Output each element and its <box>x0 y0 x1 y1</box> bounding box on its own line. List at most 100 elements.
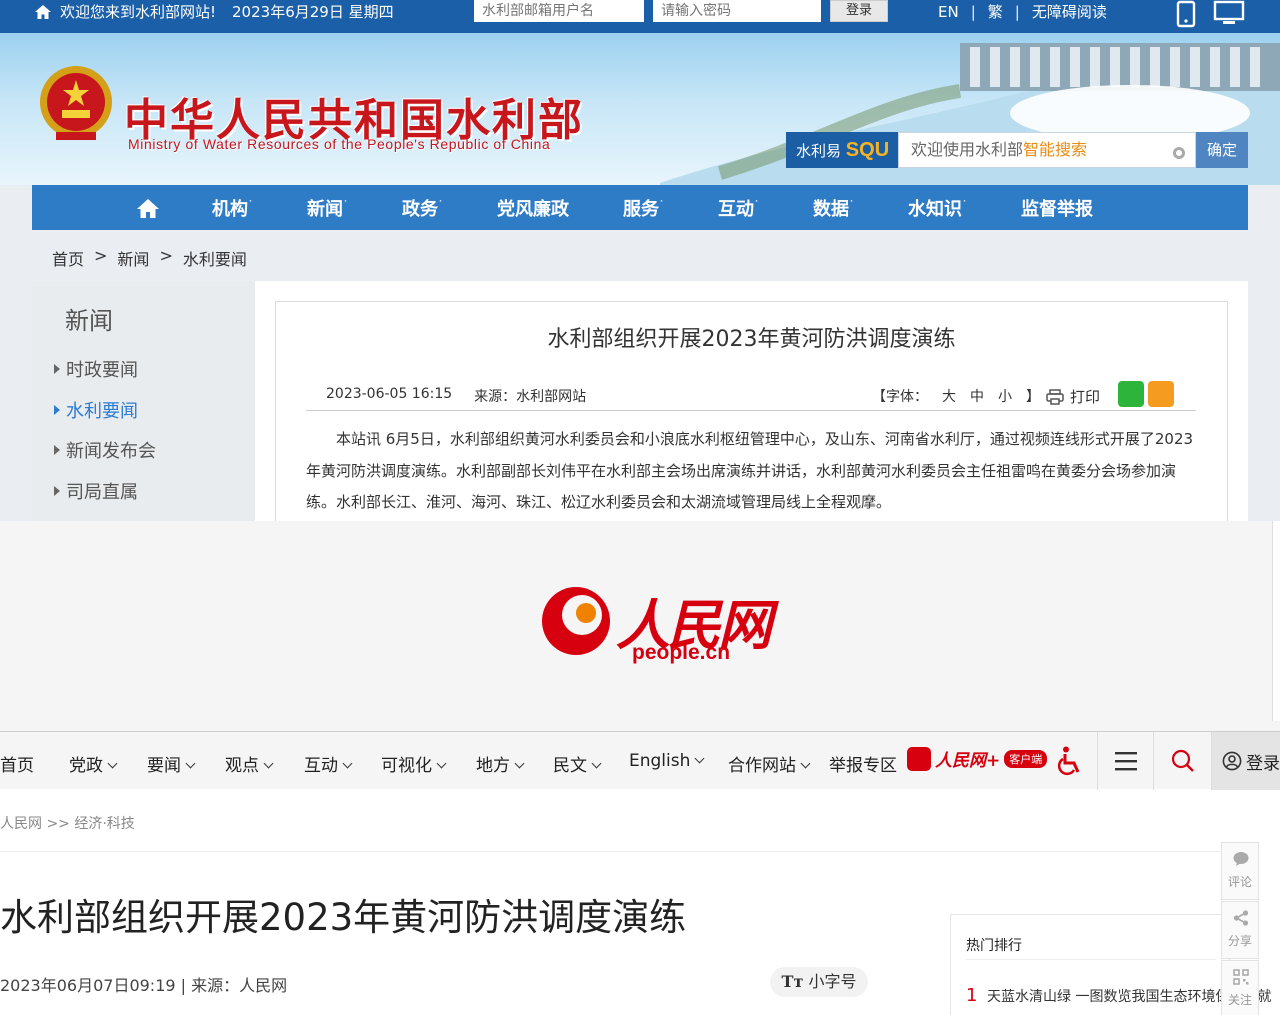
sidebar-item-politics[interactable]: 时政要闻 <box>54 356 138 382</box>
follow-button[interactable]: 关注 <box>1221 960 1259 1015</box>
font-size-label: 小字号 <box>808 972 857 991</box>
menu-button[interactable] <box>1097 732 1153 790</box>
mobile-icon[interactable] <box>1176 0 1196 28</box>
search-brand: 水利易 SQU <box>786 132 898 168</box>
people-plus-badge: 客户端 <box>1004 749 1048 768</box>
article-panel: 水利部组织开展2023年黄河防洪调度演练 2023-06-05 16:15 来源… <box>255 281 1248 521</box>
font-large-button[interactable]: 大 <box>942 386 956 406</box>
english-link[interactable]: EN <box>938 1 959 23</box>
font-medium-button[interactable]: 中 <box>970 386 984 406</box>
people-plus-app-link[interactable]: 人民网+ 客户端 <box>907 746 1048 771</box>
login-button[interactable]: 登录 <box>1211 732 1280 790</box>
search-button[interactable] <box>1153 732 1209 790</box>
people-logo-icon[interactable] <box>538 583 614 659</box>
traditional-chinese-link[interactable]: 繁 <box>988 1 1003 23</box>
breadcrumb-home[interactable]: 首页 <box>52 246 84 270</box>
nav-item-org[interactable]: 机构˙ <box>212 195 253 221</box>
sidebar-item-water-news[interactable]: 水利要闻 <box>54 397 138 423</box>
people-plus-icon <box>907 746 931 771</box>
font-close: 】 <box>1026 389 1040 405</box>
hot-heading: 热门排行 <box>966 938 1022 954</box>
accessible-reading-link[interactable]: 无障碍阅读 <box>1032 1 1107 23</box>
nav-item-supervision[interactable]: 监督举报 <box>1021 195 1093 221</box>
article-title: 水利部组织开展2023年黄河防洪调度演练 <box>0 896 687 939</box>
hot-rank: 1 <box>966 985 978 1006</box>
printer-icon <box>1046 388 1064 405</box>
nav-item-data[interactable]: 数据˙ <box>813 195 854 221</box>
login-label: 登录 <box>1246 753 1280 774</box>
separator: | <box>970 3 976 21</box>
comment-button[interactable]: 评论 <box>1221 842 1259 900</box>
nav-item-government[interactable]: 政务˙ <box>402 195 443 221</box>
nav-item-party[interactable]: 党政 <box>69 751 118 776</box>
scrollbar[interactable] <box>1272 521 1280 721</box>
breadcrumb-current[interactable]: 水利要闻 <box>183 246 247 270</box>
nav-item-news[interactable]: 新闻˙ <box>307 195 348 221</box>
sidebar: 新闻 时政要闻 水利要闻 新闻发布会 司局直属 <box>32 281 255 521</box>
article-datetime: 2023-06-05 16:15 <box>326 386 453 402</box>
breadcrumb[interactable]: 人民网 >> 经济·科技 <box>0 813 135 833</box>
nav-item-service[interactable]: 服务˙ <box>623 195 664 221</box>
nav-item-headlines[interactable]: 要闻 <box>147 751 196 776</box>
username-input[interactable] <box>474 0 644 22</box>
article-meta: 2023年06月07日09:19 | 来源：人民网 <box>0 972 287 996</box>
accessibility-button[interactable] <box>1042 732 1098 790</box>
nav-item-water-knowledge[interactable]: 水知识˙ <box>908 195 967 221</box>
nav-item-visual[interactable]: 可视化 <box>381 751 447 776</box>
font-size-toggle[interactable]: Tт 小字号 <box>770 967 868 997</box>
search-placeholder-highlight: 智能搜索 <box>1023 140 1088 159</box>
breadcrumb-news[interactable]: 新闻 <box>117 246 149 270</box>
sidebar-item-departments[interactable]: 司局直属 <box>54 478 138 504</box>
menu-icon <box>1115 752 1137 771</box>
gear-icon[interactable] <box>1173 147 1185 159</box>
nav-item-local[interactable]: 地方 <box>476 751 525 776</box>
share-button[interactable]: 分享 <box>1221 901 1259 959</box>
font-small-button[interactable]: 小 <box>998 386 1012 406</box>
nav-item-english[interactable]: English <box>629 751 705 771</box>
side-tools: 评论 分享 关注 <box>1221 842 1259 1015</box>
password-input[interactable] <box>653 0 821 22</box>
people-nav: 首页 党政 要闻 观点 互动 可视化 地方 民文 English 合作网站 举报… <box>0 731 1280 790</box>
main-nav: 机构˙ 新闻˙ 政务˙ 党风廉政 服务˙ 互动˙ 数据˙ 水知识˙ 监督举报 <box>32 185 1248 230</box>
wechat-icon[interactable] <box>1118 381 1144 407</box>
desktop-icon[interactable] <box>1213 0 1245 26</box>
follow-label: 关注 <box>1227 993 1252 1007</box>
breadcrumb: 首页 > 新闻 > 水利要闻 <box>52 246 247 270</box>
search-placeholder: 欢迎使用水利部 <box>911 140 1024 159</box>
nav-item-interaction[interactable]: 互动 <box>304 751 353 776</box>
search-brand-text: 水利易 <box>796 142 842 160</box>
nav-item-partners[interactable]: 合作网站 <box>728 751 811 776</box>
search-brand-mark: SQU <box>845 139 890 161</box>
nav-item-integrity[interactable]: 党风廉政 <box>497 195 569 221</box>
nav-item-interaction[interactable]: 互动˙ <box>718 195 759 221</box>
home-icon[interactable] <box>136 197 160 219</box>
breadcrumb-sep: > <box>159 246 173 265</box>
nav-item-home[interactable]: 首页 <box>0 751 34 776</box>
national-emblem-icon <box>40 66 112 140</box>
nav-item-ethnic[interactable]: 民文 <box>553 751 602 776</box>
nav-item-opinion[interactable]: 观点 <box>225 751 274 776</box>
comment-label: 评论 <box>1227 875 1252 889</box>
search-submit-button[interactable]: 确定 <box>1196 132 1248 168</box>
article-source[interactable]: 人民网 <box>239 976 287 995</box>
print-button[interactable]: 打印 <box>1046 386 1100 407</box>
nav-item-report[interactable]: 举报专区 <box>829 751 897 776</box>
user-icon <box>1222 751 1242 771</box>
article-frame: 水利部组织开展2023年黄河防洪调度演练 2023-06-05 16:15 来源… <box>275 301 1228 521</box>
people-logo-url[interactable]: people.cn <box>632 641 730 665</box>
login-button[interactable]: 登录 <box>830 0 888 22</box>
weibo-icon[interactable] <box>1148 381 1174 407</box>
sidebar-heading: 新闻 <box>65 307 113 335</box>
mwr-page: 欢迎您来到水利部网站! 2023年6月29日 星期四 登录 EN | 繁 | 无… <box>0 0 1280 521</box>
top-links: EN | 繁 | 无障碍阅读 <box>938 1 1107 23</box>
separator: | <box>1014 3 1020 21</box>
sidebar-item-press-conference[interactable]: 新闻发布会 <box>54 437 156 463</box>
comment-icon <box>1233 852 1249 866</box>
meta-separator: | <box>180 976 187 995</box>
search-input[interactable]: 欢迎使用水利部智能搜索 <box>898 132 1196 168</box>
divider <box>966 959 1216 960</box>
home-icon[interactable] <box>34 3 52 21</box>
print-label: 打印 <box>1070 388 1101 406</box>
divider <box>0 851 1220 852</box>
current-date: 2023年6月29日 星期四 <box>232 3 394 21</box>
